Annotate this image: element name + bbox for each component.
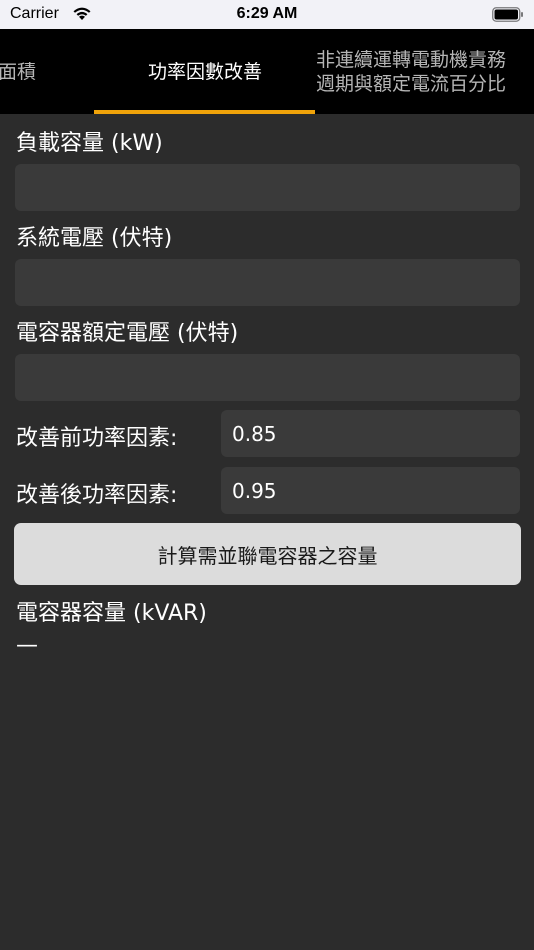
result-label: 電容器容量 (kVAR)	[16, 601, 207, 626]
tab-motor-duty-line1: 非連續運轉電動機責務	[316, 48, 507, 71]
pf-before-label: 改善前功率因素:	[16, 426, 178, 451]
calculate-button[interactable]: 計算需並聯電容器之容量	[14, 523, 521, 585]
tab-power-factor[interactable]: 功率因數改善	[95, 29, 315, 114]
pf-after-input[interactable]: 0.95	[221, 467, 520, 514]
capacitor-voltage-input[interactable]	[15, 354, 520, 401]
tab-motor-duty[interactable]: 非連續運轉電動機責務 週期與額定電流百分比	[316, 29, 534, 114]
tab-power-factor-label: 功率因數改善	[147, 60, 262, 83]
tab-area-label: 面積	[0, 60, 37, 83]
active-tab-indicator	[94, 110, 315, 114]
calculate-button-label: 計算需並聯電容器之容量	[157, 543, 378, 568]
load-capacity-label: 負載容量 (kW)	[16, 131, 163, 156]
capacitor-voltage-label: 電容器額定電壓 (伏特)	[16, 321, 239, 346]
pf-after-label: 改善後功率因素:	[16, 483, 178, 508]
load-capacity-input[interactable]	[15, 164, 520, 211]
tab-motor-duty-line2: 週期與額定電流百分比	[316, 72, 507, 95]
tab-area[interactable]: 面積	[0, 29, 58, 114]
tab-bar: 面積 功率因數改善 非連續運轉電動機責務 週期與額定電流百分比	[0, 29, 534, 114]
system-voltage-label: 系統電壓 (伏特)	[16, 226, 173, 251]
battery-icon	[492, 7, 524, 27]
status-bar: Carrier 6:29 AM	[0, 0, 534, 29]
result-value: —	[16, 633, 38, 658]
clock: 6:29 AM	[236, 5, 298, 22]
pf-before-input[interactable]: 0.85	[221, 410, 520, 457]
system-voltage-input[interactable]	[15, 259, 520, 306]
